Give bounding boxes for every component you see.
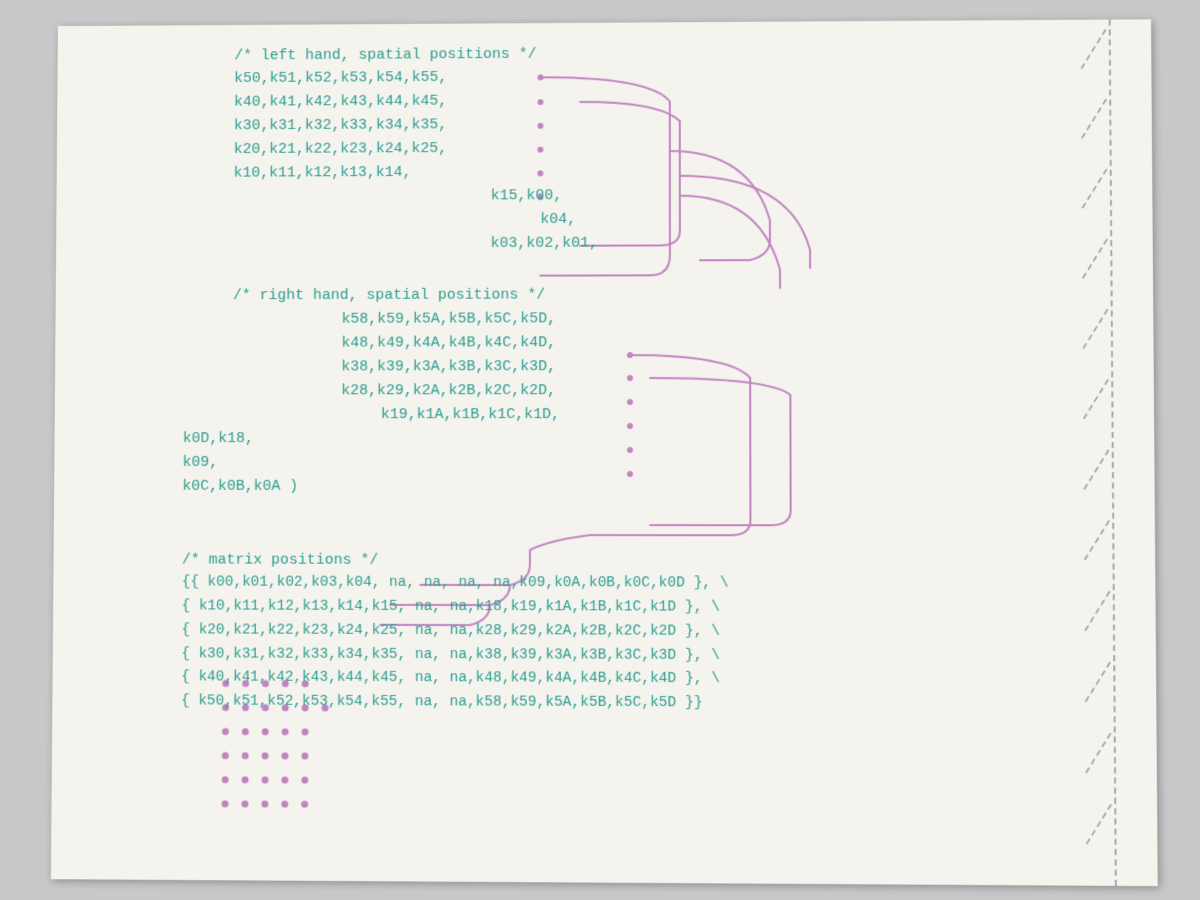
matrix-row-1: {{ k00,k01,k02,k03,k04, na, na, na, na,k…: [182, 571, 1095, 597]
page: /* left hand, spatial positions */ k50,k…: [51, 19, 1158, 886]
matrix-row-2: { k10,k11,k12,k13,k14,k15, na, na,k18,k1…: [182, 595, 1095, 621]
right-row-6: k0D,k18,: [183, 426, 1094, 450]
left-hand-code: k50,k51,k52,k53,k54,k55, k40,k41,k42,k43…: [233, 63, 1092, 257]
right-row-2: k48,k49,k4A,k4B,k4C,k4D,: [341, 330, 1092, 355]
left-row-5: k10,k11,k12,k13,k14,: [234, 158, 1092, 185]
right-row-3: k38,k39,k3A,k3B,k3C,k3D,: [341, 354, 1093, 379]
main-content: /* left hand, spatial positions */ k50,k…: [181, 40, 1095, 719]
matrix-code: {{ k00,k01,k02,k03,k04, na, na, na, na,k…: [181, 571, 1095, 718]
right-row-1: k58,k59,k5A,k5B,k5C,k5D,: [342, 306, 1093, 331]
left-row-4: k20,k21,k22,k23,k24,k25,: [234, 134, 1092, 162]
right-hand-comment: /* right hand, spatial positions */: [233, 282, 1093, 307]
right-hand-code: k58,k59,k5A,k5B,k5C,k5D, k48,k49,k4A,k4B…: [182, 306, 1093, 499]
right-row-7: k09,: [182, 450, 1093, 474]
right-hand-section: /* right hand, spatial positions */ k58,…: [182, 282, 1093, 498]
matrix-comment: /* matrix positions */: [182, 548, 1094, 573]
matrix-section: /* matrix positions */ {{ k00,k01,k02,k0…: [181, 548, 1095, 718]
matrix-row-3: { k20,k21,k22,k23,k24,k25, na, na,k28,k2…: [181, 619, 1094, 645]
left-hand-section: /* left hand, spatial positions */ k50,k…: [184, 40, 1092, 257]
right-row-5: k19,k1A,k1B,k1C,k1D,: [381, 402, 1093, 426]
left-row-6: k15,k00,: [491, 182, 1092, 208]
right-row-8: k0C,k0B,k0A ): [182, 474, 1093, 499]
matrix-row-6: { k50,k51,k52,k53,k54,k55, na, na,k58,k5…: [181, 691, 1095, 718]
left-row-8: k03,k02,k01,: [491, 230, 1093, 256]
right-row-4: k28,k29,k2A,k2B,k2C,k2D,: [341, 378, 1093, 403]
matrix-row-4: { k30,k31,k32,k33,k34,k35, na, na,k38,k3…: [181, 643, 1095, 670]
matrix-row-5: { k40,k41,k42,k43,k44,k45, na, na,k48,k4…: [181, 667, 1095, 694]
left-row-7: k04,: [540, 206, 1092, 232]
